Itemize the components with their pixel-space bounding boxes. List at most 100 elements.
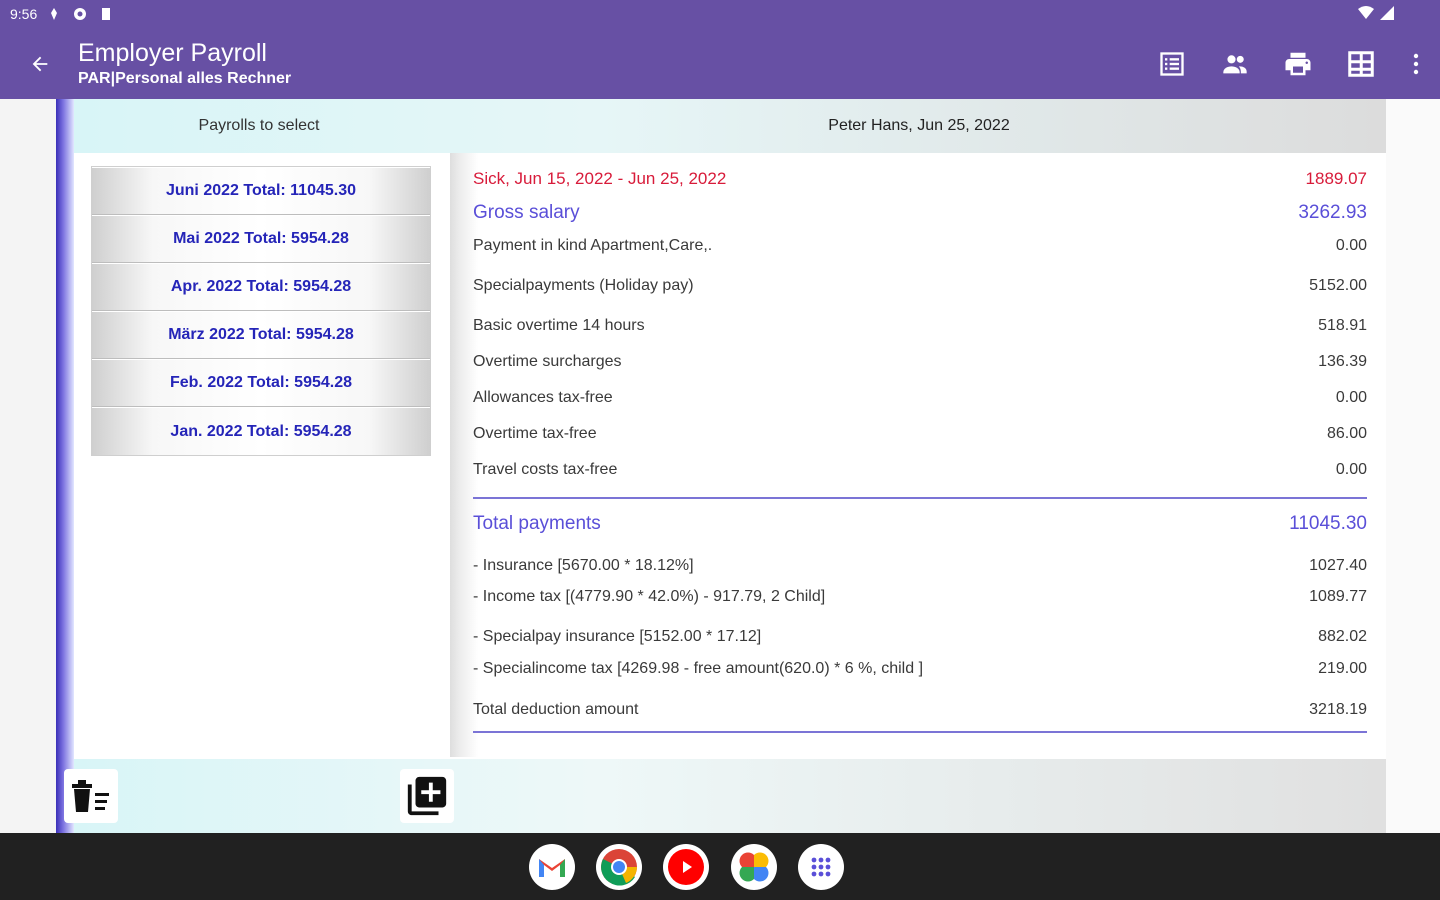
payment-row: Specialpayments (Holiday pay) 5152.00 (473, 277, 1367, 295)
payment-value: 0.00 (1335, 237, 1367, 254)
payment-value: 136.39 (1318, 353, 1367, 370)
payment-row: Overtime tax-free 86.00 (473, 425, 1367, 443)
list-button[interactable] (1140, 44, 1203, 84)
status-time: 9:56 (10, 6, 38, 22)
divider (473, 497, 1367, 499)
deduction-label: - Income tax [(4779.90 * 42.0%) - 917.79… (473, 588, 826, 605)
youtube-app[interactable] (663, 844, 709, 890)
status-bar: 9:56 (0, 0, 1440, 28)
photos-app[interactable] (731, 844, 777, 890)
divider (473, 731, 1367, 733)
payroll-item[interactable]: Apr. 2022 Total: 5954.28 (92, 263, 430, 311)
payrolls-header: Payrolls to select (198, 117, 320, 134)
add-payroll-button[interactable] (400, 769, 454, 823)
right-margin (1386, 99, 1440, 833)
delete-list-icon (72, 780, 109, 812)
payroll-item[interactable]: Jan. 2022 Total: 5954.28 (92, 407, 430, 455)
deduction-row: - Specialpay insurance [5152.00 * 17.12]… (473, 628, 1367, 646)
app-drawer[interactable] (798, 844, 844, 890)
app-title: Employer Payroll (78, 39, 267, 67)
total-payments-label: Total payments (473, 513, 601, 534)
payment-label: Payment in kind Apartment,Care,. (473, 237, 713, 254)
payslip-header: Peter Hans, Jun 25, 2022 (828, 117, 1010, 134)
payment-label: Travel costs tax-free (473, 461, 618, 478)
deduction-value: 1089.77 (1309, 588, 1367, 605)
deduction-value: 219.00 (1318, 660, 1367, 677)
deduction-label: - Specialpay insurance [5152.00 * 17.12] (473, 628, 762, 645)
total-payments-value: 11045.30 (1289, 513, 1367, 534)
overflow-menu-button[interactable] (1392, 44, 1440, 84)
gross-salary-label: Gross salary (473, 202, 580, 223)
more-vert-icon (1413, 53, 1419, 75)
payment-label: Basic overtime 14 hours (473, 317, 645, 334)
list-icon (1159, 52, 1184, 76)
gross-salary-value: 3262.93 (1298, 202, 1367, 223)
payment-label: Specialpayments (Holiday pay) (473, 277, 694, 294)
back-button[interactable] (22, 46, 58, 82)
frame-edge (56, 99, 74, 759)
deduction-row: - Specialincome tax [4269.98 - free amou… (473, 660, 1367, 678)
deduction-label: - Insurance [5670.00 * 18.12%] (473, 557, 694, 574)
payment-row: Allowances tax-free 0.00 (473, 389, 1367, 407)
chrome-app[interactable] (596, 844, 642, 890)
arrow-back-icon (32, 56, 48, 72)
employees-button[interactable] (1203, 44, 1266, 84)
payroll-item[interactable]: Mai 2022 Total: 5954.28 (92, 215, 430, 263)
total-deduction-label: Total deduction amount (473, 701, 639, 718)
deduction-value: 882.02 (1318, 628, 1367, 645)
total-deduction-value: 3218.19 (1309, 701, 1367, 718)
grid-icon (1347, 51, 1374, 77)
app-subtitle: PAR|Personal alles Rechner (78, 70, 292, 87)
bottom-toolbar (64, 759, 1386, 833)
app-bar: 9:56 Employer Payroll PAR|Personal alles… (0, 0, 1440, 99)
signal-icon (1380, 6, 1394, 20)
media-icon (74, 8, 87, 20)
payroll-item[interactable]: März 2022 Total: 5954.28 (92, 311, 430, 359)
photos-icon (739, 852, 769, 882)
payment-label: Overtime tax-free (473, 425, 597, 442)
table-button[interactable] (1329, 44, 1392, 84)
print-button[interactable] (1266, 44, 1329, 84)
payroll-item[interactable]: Feb. 2022 Total: 5954.28 (92, 359, 430, 407)
payment-row: Basic overtime 14 hours 518.91 (473, 317, 1367, 335)
app-drawer-icon (811, 857, 831, 877)
gmail-app[interactable] (529, 844, 575, 890)
print-icon (1285, 52, 1310, 76)
notification-icon (51, 8, 58, 20)
payroll-list: Juni 2022 Total: 11045.30 Mai 2022 Total… (91, 166, 431, 456)
left-margin (0, 99, 56, 833)
deduction-row: - Income tax [(4779.90 * 42.0%) - 917.79… (473, 588, 1367, 606)
payslip-panel: Sick, Jun 15, 2022 - Jun 25, 2022 1889.0… (450, 153, 1386, 757)
add-box-icon (407, 776, 447, 816)
payment-row: Travel costs tax-free 0.00 (473, 461, 1367, 479)
payroll-item[interactable]: Juni 2022 Total: 11045.30 (92, 167, 430, 215)
people-icon (1222, 55, 1247, 74)
sd-card-icon (102, 8, 111, 20)
taskbar (0, 833, 1440, 900)
sick-value: 1889.07 (1305, 169, 1367, 188)
total-payments-row: Total payments 11045.30 (473, 513, 1367, 535)
payment-value: 86.00 (1326, 425, 1367, 442)
payment-value: 0.00 (1335, 389, 1367, 406)
gmail-icon (539, 859, 565, 877)
payment-value: 5152.00 (1309, 277, 1367, 294)
payment-label: Overtime surcharges (473, 353, 622, 370)
payment-label: Allowances tax-free (473, 389, 613, 406)
sick-row: Sick, Jun 15, 2022 - Jun 25, 2022 1889.0… (473, 169, 1367, 189)
youtube-icon (668, 849, 704, 885)
delete-payroll-button[interactable] (64, 769, 118, 823)
chrome-icon (601, 849, 637, 886)
deduction-value: 1027.40 (1309, 557, 1367, 574)
deduction-row: - Insurance [5670.00 * 18.12%] 1027.40 (473, 557, 1367, 575)
total-deduction-row: Total deduction amount 3218.19 (473, 701, 1367, 719)
payment-value: 518.91 (1318, 317, 1367, 334)
sick-label: Sick, Jun 15, 2022 - Jun 25, 2022 (473, 169, 727, 188)
wifi-icon (1358, 6, 1374, 19)
payment-value: 0.00 (1335, 461, 1367, 478)
header-row: Payrolls to select Peter Hans, Jun 25, 2… (74, 99, 1386, 153)
payment-row: Payment in kind Apartment,Care,. 0.00 (473, 237, 1367, 255)
gross-salary-row: Gross salary 3262.93 (473, 202, 1367, 224)
payment-row: Overtime surcharges 136.39 (473, 353, 1367, 371)
deduction-label: - Specialincome tax [4269.98 - free amou… (473, 660, 924, 677)
payroll-frame: Payrolls to select Peter Hans, Jun 25, 2… (56, 99, 1386, 833)
